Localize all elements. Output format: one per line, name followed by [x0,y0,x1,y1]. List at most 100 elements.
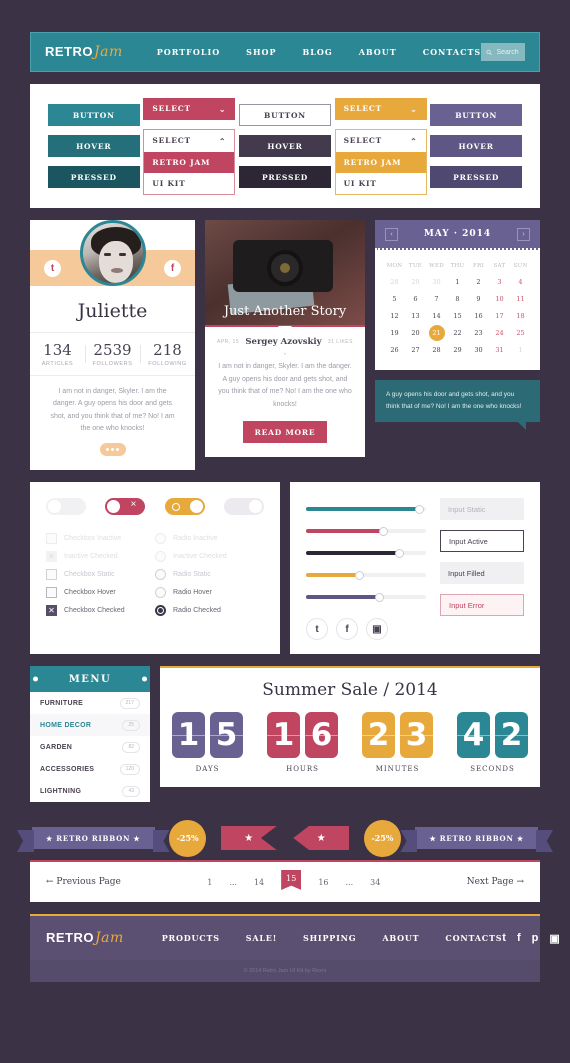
calendar-day[interactable]: 10 [489,290,510,307]
purple-button-pressed[interactable]: PRESSED [430,166,523,188]
header-logo[interactable]: RETROJam [45,44,123,60]
calendar-day[interactable]: 25 [510,324,531,341]
select-orange-closed[interactable]: SELECT ⌄ [334,97,427,120]
slider-red[interactable] [306,520,426,542]
calendar-day[interactable]: 19 [384,324,405,341]
footer-nav-sale[interactable]: SALE! [246,933,277,943]
calendar-day-selected[interactable]: 21 [426,324,447,341]
calendar-day[interactable]: 13 [405,307,426,324]
calendar-day[interactable]: 1 [510,341,531,358]
calendar-day[interactable]: 31 [489,341,510,358]
calendar-day[interactable]: 11 [510,290,531,307]
sidebar-item-garden[interactable]: GARDEN 82 [30,736,150,758]
calendar-day[interactable]: 7 [426,290,447,307]
toggle-inactive[interactable] [223,498,264,515]
next-page-button[interactable]: Next Page → [467,877,524,887]
sidebar-item-furniture[interactable]: FURNITURE 217 [30,692,150,714]
calendar-day[interactable]: 29 [405,273,426,290]
more-options-button[interactable] [99,443,126,456]
facebook-icon[interactable]: f [517,932,521,945]
teal-button-hover[interactable]: HOVER [47,135,140,157]
calendar-day[interactable]: 14 [426,307,447,324]
calendar-day[interactable]: 18 [510,307,531,324]
slider-purple[interactable] [306,586,426,608]
post-author[interactable]: Sergey Azovskiy [245,337,321,347]
page-number[interactable]: 16 [318,878,328,887]
twitter-icon[interactable]: t [306,618,328,640]
select-orange-open[interactable]: SELECT ⌃ RETRO JAM UI KIT [334,128,427,195]
page-number-current[interactable]: 15 [281,870,302,890]
radio-icon[interactable] [155,568,166,580]
sidebar-item-accessories[interactable]: ACCESSORIES 120 [30,758,150,780]
input-active[interactable]: Input Active [440,530,524,552]
purple-button-default[interactable]: BUTTON [430,104,523,126]
toggle-off[interactable] [46,498,86,515]
dark-button-hover[interactable]: HOVER [238,135,331,157]
facebook-icon[interactable]: f [336,618,358,640]
calendar-day[interactable]: 29 [447,341,468,358]
sidebar-item-home-decor[interactable]: HOME DECOR 25 [30,714,150,736]
slider-orange[interactable] [306,564,426,586]
input-static[interactable]: Input Static [440,498,524,520]
previous-page-button[interactable]: ← Previous Page [46,877,121,887]
footer-nav-about[interactable]: ABOUT [382,933,419,943]
calendar-day[interactable]: 27 [405,341,426,358]
select-orange-option-retro-jam[interactable]: RETRO JAM [335,151,426,173]
header-search[interactable] [481,43,525,61]
footer-logo[interactable]: RETROJam [46,930,124,946]
calendar-day[interactable]: 16 [468,307,489,324]
select-orange-option-ui-kit[interactable]: UI KIT [336,173,426,194]
read-more-button[interactable]: READ MORE [243,421,327,444]
input-filled[interactable]: Input Filled [440,562,524,584]
select-red-closed[interactable]: SELECT ⌄ [143,97,236,120]
calendar-day[interactable]: 8 [447,290,468,307]
checkbox-checked-row[interactable]: ✕ Checkbox Checked [46,601,155,619]
slider-dark[interactable] [306,542,426,564]
nav-item-contacts[interactable]: CONTACTS [423,47,481,57]
nav-item-portfolio[interactable]: PORTFOLIO [157,47,220,57]
nav-item-shop[interactable]: SHOP [246,47,276,57]
twitter-icon[interactable]: t [44,259,61,277]
footer-nav-contacts[interactable]: CONTACTS [445,933,502,943]
calendar-day[interactable]: 23 [468,324,489,341]
page-number[interactable]: 34 [370,878,380,887]
radio-icon[interactable] [155,586,166,598]
radio-checked-row[interactable]: Radio Checked [155,601,264,619]
calendar-day[interactable]: 20 [405,324,426,341]
footer-nav-shipping[interactable]: SHIPPING [303,933,356,943]
select-red-open[interactable]: SELECT ⌃ RETRO JAM UI KIT [143,128,236,195]
calendar-day[interactable]: 1 [447,273,468,290]
dark-button-pressed[interactable]: PRESSED [238,166,331,188]
checkbox-icon[interactable] [46,586,57,598]
pinterest-icon[interactable]: p [532,932,539,945]
calendar-day[interactable]: 28 [426,341,447,358]
checkbox-icon[interactable] [46,568,57,580]
teal-button-default[interactable]: BUTTON [47,104,140,126]
calendar-day[interactable]: 28 [384,273,405,290]
chevron-left-icon[interactable]: ‹ [385,227,398,241]
radio-static-row[interactable]: Radio Static [155,565,264,583]
footer-nav-products[interactable]: PRODUCTS [162,933,220,943]
select-red-option-ui-kit[interactable]: UI KIT [144,173,234,194]
slider-teal[interactable] [306,498,426,520]
calendar-day[interactable]: 17 [489,307,510,324]
checkbox-hover-row[interactable]: Checkbox Hover [46,583,155,601]
dark-button-default[interactable]: BUTTON [238,104,331,126]
twitter-icon[interactable]: t [502,932,506,945]
teal-button-pressed[interactable]: PRESSED [47,166,140,188]
checkbox-checked-icon[interactable]: ✕ [46,604,57,616]
checkbox-static-row[interactable]: Checkbox Static [46,565,155,583]
facebook-icon[interactable]: f [164,259,181,277]
calendar-day[interactable]: 4 [510,273,531,290]
calendar-day[interactable]: 6 [405,290,426,307]
select-red-open-head[interactable]: SELECT ⌃ [144,130,234,152]
radio-checked-icon[interactable] [155,604,166,616]
calendar-day[interactable]: 3 [489,273,510,290]
calendar-day[interactable]: 9 [468,290,489,307]
calendar-day[interactable]: 30 [468,341,489,358]
instagram-icon[interactable]: ▣ [549,932,559,945]
select-red-option-retro-jam[interactable]: RETRO JAM [144,151,235,173]
calendar-day[interactable]: 15 [447,307,468,324]
nav-item-blog[interactable]: BLOG [303,47,333,57]
sidebar-item-lightning[interactable]: LIGHTNING 43 [30,780,150,802]
